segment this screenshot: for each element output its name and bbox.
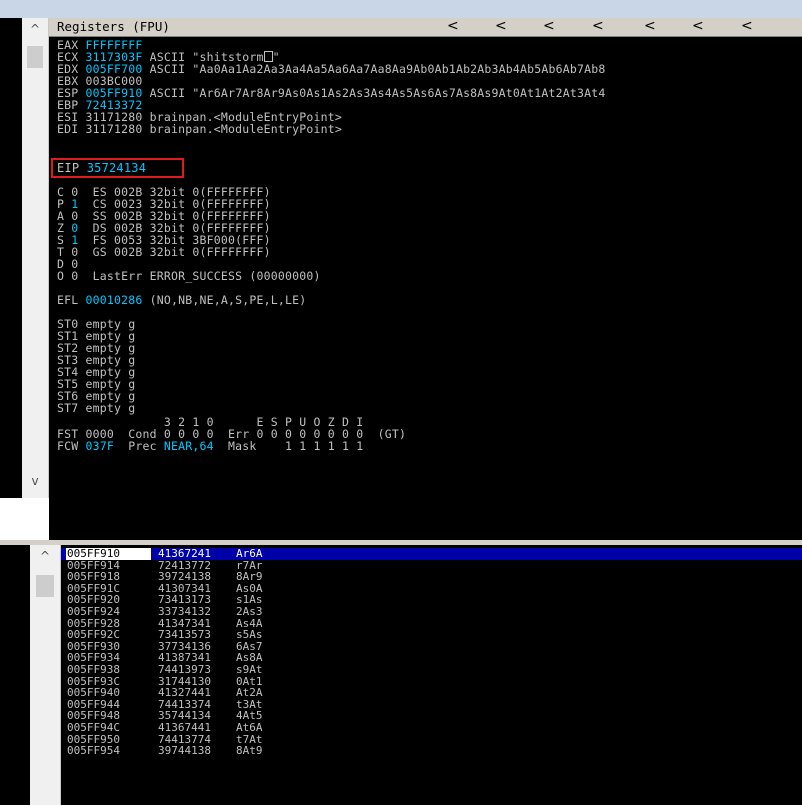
- chevron-left-icon[interactable]: <: [741, 18, 753, 34]
- fcw-mask: Mask 1 1 1 1 1 1: [228, 439, 364, 453]
- register-row-edi[interactable]: EDI 31171280 brainpan.<ModuleEntryPoint>: [57, 123, 342, 135]
- fpu-state: empty: [85, 401, 122, 415]
- stack-ascii: At6A: [236, 721, 263, 734]
- scroll-up-arrow-icon[interactable]: ^: [30, 549, 60, 563]
- fpu-control-row[interactable]: FCW 037F Prec NEAR,64 Mask 1 1 1 1 1 1: [57, 440, 363, 452]
- stack-address: 005FF954: [67, 744, 120, 758]
- stack-address: 005FF940: [67, 686, 120, 700]
- register-name: EIP: [57, 161, 80, 175]
- chevron-left-icon[interactable]: <: [644, 18, 656, 34]
- prec-label: Prec: [128, 439, 157, 453]
- register-name: EFL: [57, 293, 79, 307]
- stack-value: 73413573: [158, 628, 211, 642]
- chevron-left-icon[interactable]: <: [447, 18, 459, 34]
- stack-scrollbar[interactable]: ^: [30, 545, 61, 805]
- stack-value: 41367441: [158, 721, 211, 734]
- fpu-name: ST7: [57, 401, 79, 415]
- register-value: 31171280: [85, 122, 143, 136]
- scroll-up-arrow-icon[interactable]: ^: [22, 22, 48, 36]
- stack-ascii: s9At: [236, 663, 263, 676]
- stack-ascii: At2A: [236, 686, 263, 700]
- stack-value: 33734132: [158, 605, 211, 618]
- stack-ascii: 8Ar9: [236, 570, 263, 584]
- scroll-down-arrow-icon[interactable]: v: [22, 474, 48, 488]
- eip-value: 35724134: [86, 161, 147, 175]
- register-comment: ASCII "Ar6Ar7Ar8Ar9As0As1As2As3As4As5As6…: [149, 86, 606, 100]
- flag-bit: 0: [71, 269, 79, 283]
- stack-value: 41327441: [158, 686, 211, 700]
- fcw-label: FCW: [57, 439, 79, 453]
- lasterr-label: LastErr: [92, 269, 143, 283]
- registers-scrollbar[interactable]: ^ v: [22, 18, 49, 498]
- stack-ascii: s5As: [236, 628, 263, 642]
- stack-pane: ^ 005FF910 41367241 Ar6A 005FF914 72413772 r7…: [0, 545, 802, 805]
- stack-address: 005FF94C: [67, 721, 120, 734]
- register-name: EDI: [57, 122, 79, 136]
- fcw-value: 037F: [85, 439, 114, 453]
- chevron-left-icon[interactable]: <: [495, 18, 507, 34]
- segment-name: GS: [92, 245, 107, 259]
- prec-value: NEAR,64: [163, 439, 214, 453]
- left-gutter-bottom: [0, 498, 48, 540]
- register-comment: ASCII "Aa0Aa1Aa2Aa3Aa4Aa5Aa6Aa7Aa8Aa9Ab0…: [149, 62, 606, 76]
- scroll-thumb[interactable]: [27, 46, 43, 68]
- register-row-efl[interactable]: EFL 00010286 (NO,NB,NE,A,S,PE,L,LE): [57, 294, 306, 306]
- stack-address: 005FF910: [66, 548, 151, 560]
- nonprintable-char-box: [263, 51, 273, 62]
- register-value: 00010286: [85, 293, 143, 307]
- flag-name: O: [57, 269, 65, 283]
- stack-address: 005FF92C: [67, 628, 120, 642]
- stack-ascii: 2As3: [236, 605, 263, 618]
- flag-row-t[interactable]: T 0 GS 002B 32bit 0(FFFFFFFF): [57, 246, 271, 258]
- segment-bits: 32bit: [149, 245, 186, 259]
- register-row-eip[interactable]: EIP 35724134: [57, 162, 146, 174]
- stack-value: 39744138: [158, 744, 211, 758]
- fpu-row-st7[interactable]: ST7 empty g: [57, 402, 135, 414]
- chevron-left-icon[interactable]: <: [592, 18, 604, 34]
- stack-view[interactable]: 005FF910 41367241 Ar6A 005FF914 72413772 r7Ar…: [61, 545, 802, 805]
- segment-selector: 002B: [114, 245, 143, 259]
- stack-value: 74413973: [158, 663, 211, 676]
- lasterr-code: (00000000): [249, 269, 321, 283]
- stack-value: 41367241: [158, 547, 211, 560]
- scroll-thumb[interactable]: [36, 575, 54, 597]
- stack-value: 39724138: [158, 570, 211, 584]
- stack-address: 005FF938: [67, 663, 120, 676]
- registers-titlebar: Registers (FPU) < < < < < < <: [49, 18, 802, 37]
- fpu-value: g: [128, 401, 136, 415]
- window-top-strip: [0, 0, 802, 18]
- stack-address: 005FF918: [67, 570, 120, 584]
- chevron-left-icon[interactable]: <: [692, 18, 704, 34]
- stack-left-gutter: [0, 545, 30, 805]
- efl-flags-desc: (NO,NB,NE,A,S,PE,L,LE): [149, 293, 307, 307]
- registers-title: Registers (FPU): [57, 19, 170, 34]
- lasterr-value: ERROR_SUCCESS: [149, 269, 243, 283]
- stack-ascii: Ar6A: [236, 547, 263, 560]
- left-gutter: [0, 18, 22, 498]
- stack-ascii: 8At9: [236, 744, 263, 758]
- flag-row-o[interactable]: O 0 LastErr ERROR_SUCCESS (00000000): [57, 270, 321, 282]
- segment-desc: 0(FFFFFFFF): [192, 245, 271, 259]
- registers-pane: ^ v Registers (FPU) < < < < < < < EAX FF…: [0, 18, 802, 540]
- registers-view[interactable]: Registers (FPU) < < < < < < < EAX FFFFFF…: [49, 18, 802, 540]
- stack-row[interactable]: 005FF910 41367241 Ar6A: [61, 548, 802, 560]
- chevron-left-icon[interactable]: <: [543, 18, 555, 34]
- stack-address: 005FF924: [67, 605, 120, 618]
- register-comment: brainpan.<ModuleEntryPoint>: [149, 122, 342, 136]
